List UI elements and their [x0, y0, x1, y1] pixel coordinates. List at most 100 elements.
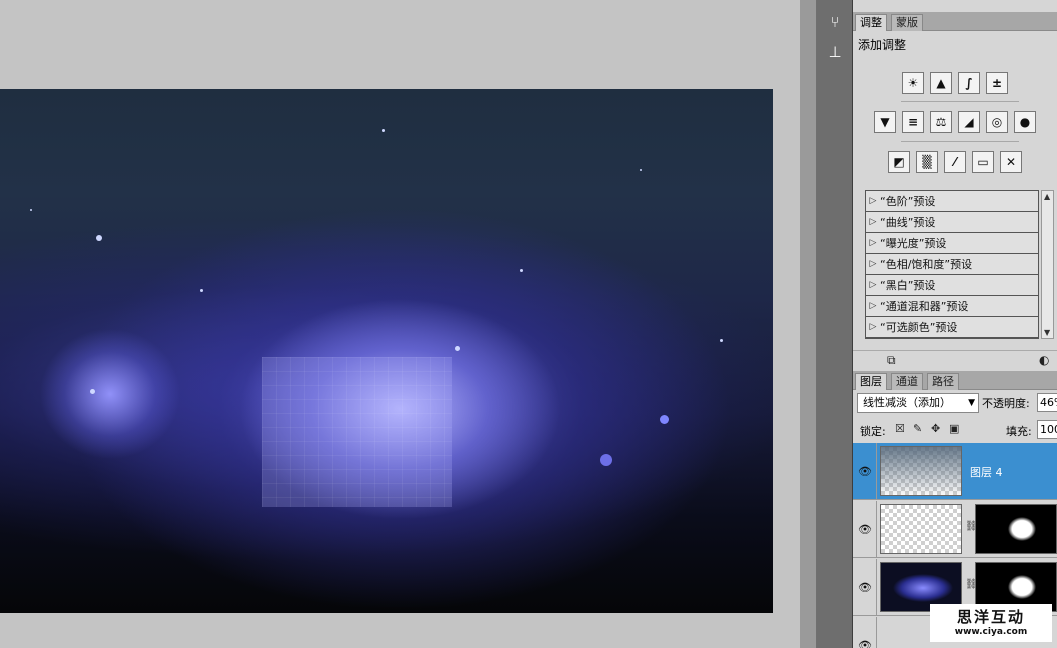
expand-arrow-icon: ▷ [869, 196, 877, 206]
tab-paths[interactable]: 路径 [927, 373, 959, 390]
layer-mask-thumbnail[interactable] [975, 504, 1057, 554]
star [720, 339, 723, 342]
return-to-list-icon[interactable]: ⧉ [887, 353, 896, 368]
opacity-label: 不透明度: [982, 397, 1030, 410]
photo-filter-icon[interactable]: ◎ [986, 111, 1008, 133]
canvas-area [0, 0, 800, 648]
brightness-contrast-icon[interactable]: ☀ [902, 72, 924, 94]
preset-label: “曝光度”预设 [880, 237, 947, 250]
adjustments-heading: 添加调整 [858, 38, 907, 52]
star [382, 129, 385, 132]
layer-name[interactable]: 图层 4 [970, 464, 1003, 480]
threshold-icon[interactable]: ⁄ [944, 151, 966, 173]
layer-row[interactable]: 👁 ⛓ [853, 501, 1057, 558]
chevron-down-icon: ▼ [968, 398, 975, 408]
preset-item[interactable]: ▷ “可选颜色”预设 [866, 317, 1038, 338]
hue-saturation-icon[interactable]: ≡ [902, 111, 924, 133]
exposure-icon[interactable]: ± [986, 72, 1008, 94]
star [200, 289, 203, 292]
preset-item[interactable]: ▷ “色相/饱和度”预设 [866, 254, 1038, 275]
visibility-toggle[interactable]: 👁 [853, 617, 877, 648]
preset-item[interactable]: ▷ “曲线”预设 [866, 212, 1038, 233]
preset-item[interactable]: ▷ “曝光度”预设 [866, 233, 1038, 254]
tab-adjustments[interactable]: 调整 [855, 14, 887, 31]
watermark: 思洋互动 www.ciya.com [930, 604, 1052, 642]
divider [901, 101, 1019, 102]
preset-label: “色阶”预设 [880, 195, 936, 208]
adjustments-footer: ⧉ ◐ [853, 350, 1057, 370]
panel-options-icon[interactable]: ◐ [1039, 353, 1049, 367]
posterize-icon[interactable]: ▒ [916, 151, 938, 173]
tab-layers[interactable]: 图层 [855, 373, 887, 390]
color-balance-icon[interactable]: ⚖ [930, 111, 952, 133]
lock-pixels-icon[interactable]: ✎ [913, 422, 922, 435]
star [600, 454, 612, 466]
preset-scrollbar[interactable]: ▲ ▼ [1041, 190, 1054, 339]
layers-tab-bar: 图层 通道 路径 [853, 371, 1057, 390]
invert-icon[interactable]: ◩ [888, 151, 910, 173]
opacity-field[interactable]: 46% [1037, 393, 1057, 412]
document-canvas[interactable] [0, 89, 773, 613]
photoshop-window: ⑂ ⊥ 调整 蒙版 添加调整 ☀ ▲ ∫ ± ▼ ≡ ⚖ ◢ ◎ ● ◩ ▒ ⁄ [0, 0, 1057, 648]
tab-masks[interactable]: 蒙版 [891, 14, 923, 31]
adjustment-presets-list: ▷ “色阶”预设 ▷ “曲线”预设 ▷ “曝光度”预设 ▷ “色相/饱和度”预设 ▷ “黑… [865, 190, 1039, 339]
fill-field[interactable]: 100% [1037, 420, 1057, 439]
preset-label: “曲线”预设 [880, 216, 936, 229]
preset-label: “黑白”预设 [880, 279, 936, 292]
clone-source-icon[interactable]: ⊥ [823, 40, 847, 64]
expand-arrow-icon: ▷ [869, 238, 877, 248]
blend-mode-value: 线性减淡（添加） [863, 396, 951, 409]
black-white-icon[interactable]: ◢ [958, 111, 980, 133]
watermark-title: 思洋互动 [956, 608, 1025, 626]
lock-position-icon[interactable]: ✥ [931, 422, 940, 435]
channel-mixer-icon[interactable]: ● [1014, 111, 1036, 133]
blend-mode-select[interactable]: 线性减淡（添加） ▼ [857, 393, 979, 413]
divider [901, 141, 1019, 142]
star [455, 346, 460, 351]
preset-item[interactable]: ▷ “通道混和器”预设 [866, 296, 1038, 317]
visibility-toggle[interactable]: 👁 [853, 559, 877, 616]
eye-icon: 👁 [858, 639, 872, 648]
curves-icon[interactable]: ∫ [958, 72, 980, 94]
tab-channels[interactable]: 通道 [891, 373, 923, 390]
scroll-down-icon[interactable]: ▼ [1044, 328, 1050, 337]
pixelated-region [262, 357, 452, 507]
adjustment-icon-row-1: ☀ ▲ ∫ ± [853, 72, 1057, 94]
lock-all-icon[interactable]: ▣ [949, 422, 959, 435]
watermark-url: www.ciya.com [954, 627, 1028, 637]
preset-item[interactable]: ▷ “黑白”预设 [866, 275, 1038, 296]
eye-icon: 👁 [858, 523, 872, 536]
adjustments-tab-bar: 调整 蒙版 [853, 12, 1057, 31]
star [90, 389, 95, 394]
expand-arrow-icon: ▷ [869, 217, 877, 227]
star [96, 235, 102, 241]
star [660, 415, 669, 424]
preset-label: “可选颜色”预设 [880, 321, 958, 334]
brush-preset-icon[interactable]: ⑂ [823, 10, 847, 34]
scroll-up-icon[interactable]: ▲ [1044, 192, 1050, 201]
visibility-toggle[interactable]: 👁 [853, 443, 877, 500]
lock-transparency-icon[interactable]: ☒ [895, 422, 905, 435]
gradient-map-icon[interactable]: ▭ [972, 151, 994, 173]
eye-icon: 👁 [858, 465, 872, 478]
lock-label: 锁定: [860, 425, 886, 438]
expand-arrow-icon: ▷ [869, 259, 877, 269]
visibility-toggle[interactable]: 👁 [853, 501, 877, 558]
star [520, 269, 523, 272]
vibrance-icon[interactable]: ▼ [874, 111, 896, 133]
preset-label: “色相/饱和度”预设 [880, 258, 973, 271]
selective-color-icon[interactable]: ✕ [1000, 151, 1022, 173]
levels-icon[interactable]: ▲ [930, 72, 952, 94]
layer-row[interactable]: 👁 图层 4 [853, 443, 1057, 500]
fill-label: 填充: [1006, 425, 1032, 438]
adjustment-icon-row-2: ▼ ≡ ⚖ ◢ ◎ ● [853, 111, 1057, 133]
layer-thumbnail [880, 504, 962, 554]
right-panels: 调整 蒙版 添加调整 ☀ ▲ ∫ ± ▼ ≡ ⚖ ◢ ◎ ● ◩ ▒ ⁄ ▭ ✕ [853, 0, 1057, 648]
preset-item[interactable]: ▷ “色阶”预设 [866, 191, 1038, 212]
dock-separator [800, 0, 817, 648]
eye-icon: 👁 [858, 581, 872, 594]
panel-dock-strip: ⑂ ⊥ [817, 0, 853, 648]
star [640, 169, 642, 171]
preset-label: “通道混和器”预设 [880, 300, 969, 313]
star [30, 209, 32, 211]
